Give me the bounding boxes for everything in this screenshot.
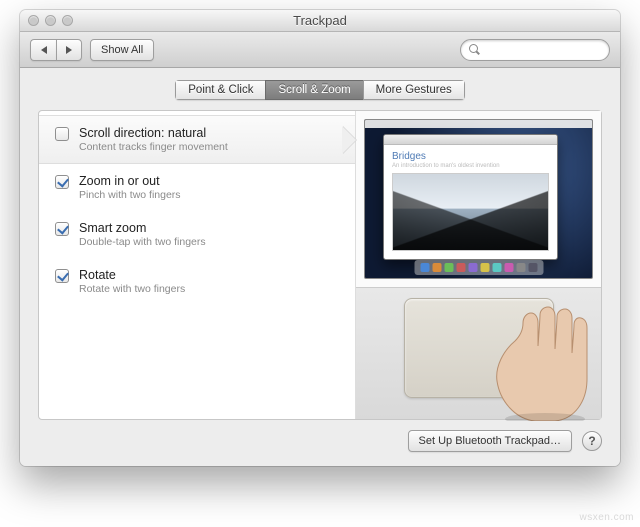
content-area: Point & Click Scroll & Zoom More Gesture… — [20, 68, 620, 466]
options-list: Scroll direction: natural Content tracks… — [39, 111, 355, 419]
minimize-icon[interactable] — [45, 15, 56, 26]
back-button[interactable] — [30, 39, 56, 61]
tabs: Point & Click Scroll & Zoom More Gesture… — [38, 80, 602, 100]
checkbox-rotate[interactable] — [55, 269, 69, 283]
preferences-window: Trackpad Show All Point & Click Scroll &… — [20, 10, 620, 466]
show-all-button[interactable]: Show All — [90, 39, 154, 61]
footer: Set Up Bluetooth Trackpad… ? — [38, 430, 602, 452]
titlebar: Trackpad — [20, 10, 620, 32]
search-field[interactable] — [460, 39, 610, 61]
window-title: Trackpad — [20, 13, 620, 28]
traffic-lights — [28, 15, 73, 26]
option-zoom[interactable]: Zoom in or out Pinch with two fingers — [39, 164, 355, 211]
option-title: Scroll direction: natural — [79, 126, 228, 140]
chevron-right-icon — [66, 46, 72, 54]
setup-bluetooth-button[interactable]: Set Up Bluetooth Trackpad… — [408, 430, 572, 452]
option-title: Rotate — [79, 268, 185, 282]
close-icon[interactable] — [28, 15, 39, 26]
tab-more-gestures[interactable]: More Gestures — [363, 80, 465, 100]
tab-scroll-zoom[interactable]: Scroll & Zoom — [265, 80, 362, 100]
option-subtitle: Double-tap with two fingers — [79, 236, 206, 248]
preview-screen: Bridges An introduction to man's oldest … — [364, 119, 593, 279]
settings-panel: Scroll direction: natural Content tracks… — [38, 110, 602, 420]
option-title: Zoom in or out — [79, 174, 181, 188]
preview-menubar — [365, 120, 592, 128]
chevron-left-icon — [41, 46, 47, 54]
option-subtitle: Content tracks finger movement — [79, 141, 228, 153]
preview-page-heading: Bridges — [392, 151, 549, 162]
preview-dock — [414, 260, 543, 275]
nav-segment — [30, 39, 82, 61]
zoom-icon[interactable] — [62, 15, 73, 26]
watermark: wsxen.com — [579, 512, 634, 523]
option-title: Smart zoom — [79, 221, 206, 235]
tab-point-click[interactable]: Point & Click — [175, 80, 265, 100]
preview-browser-window: Bridges An introduction to man's oldest … — [383, 134, 558, 260]
search-input[interactable] — [484, 43, 601, 57]
checkbox-zoom[interactable] — [55, 175, 69, 189]
forward-button[interactable] — [56, 39, 82, 61]
option-scroll-direction[interactable]: Scroll direction: natural Content tracks… — [39, 115, 355, 164]
toolbar: Show All — [20, 32, 620, 68]
search-icon — [469, 44, 479, 55]
gesture-preview: Bridges An introduction to man's oldest … — [355, 111, 601, 419]
help-button[interactable]: ? — [582, 431, 602, 451]
checkbox-scroll-direction[interactable] — [55, 127, 69, 141]
option-subtitle: Rotate with two fingers — [79, 283, 185, 295]
option-subtitle: Pinch with two fingers — [79, 189, 181, 201]
option-smart-zoom[interactable]: Smart zoom Double-tap with two fingers — [39, 211, 355, 258]
preview-trackpad-area — [356, 287, 601, 419]
preview-page-sub: An introduction to man's oldest inventio… — [392, 163, 549, 169]
preview-photo — [392, 173, 549, 251]
checkbox-smart-zoom[interactable] — [55, 222, 69, 236]
option-rotate[interactable]: Rotate Rotate with two fingers — [39, 258, 355, 305]
hand-icon — [445, 301, 595, 421]
